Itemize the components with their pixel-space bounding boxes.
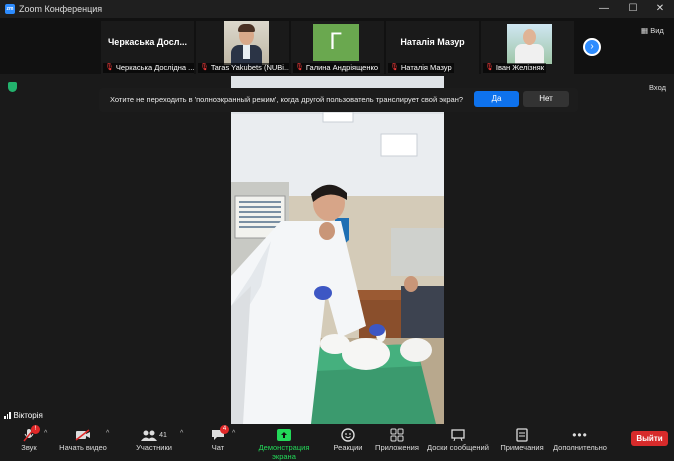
participant-photo [507, 24, 552, 64]
title-bar: zm Zoom Конференция — ☐ ✕ [0, 0, 674, 18]
chat-button[interactable]: 4 Чат [206, 425, 230, 452]
audio-label: Звук [21, 443, 37, 452]
participant-tile[interactable]: Г 🎙 Галина Андріященко [291, 21, 384, 74]
no-button[interactable]: Нет [523, 91, 569, 107]
muted-mic-icon: 🎙 [390, 64, 399, 71]
participant-tile[interactable]: 🎙 Іван Желізняк [481, 21, 574, 74]
participant-label: 🎙 Наталія Мазур [388, 63, 454, 73]
reactions-label: Реакции [333, 443, 363, 452]
audio-button[interactable]: ! Звук [14, 425, 44, 452]
participant-label: 🎙 Іван Желізняк [483, 63, 546, 73]
whiteboards-label: Доски сообщений [427, 443, 489, 452]
participant-name: Галина Андріященко [305, 63, 379, 72]
zoom-logo-icon: zm [5, 4, 15, 14]
apps-button[interactable]: Приложения [374, 427, 420, 452]
meeting-toolbar: ! Звук ^ Начать видео ^ 41 Участники ^ 4… [0, 424, 674, 461]
apps-label: Приложения [375, 443, 419, 452]
more-dots-icon: ••• [572, 428, 588, 442]
participant-tile[interactable]: 🎙 Taras Yakubets (NUBi... [196, 21, 289, 74]
notes-button[interactable]: Примечания [498, 427, 546, 452]
window-title: Zoom Конференция [19, 4, 103, 14]
participants-options-caret[interactable]: ^ [180, 430, 183, 437]
participant-name: Черкаська Дослідна ... [115, 63, 194, 72]
shared-screen-video [231, 76, 444, 424]
video-label: Начать видео [59, 443, 107, 452]
participant-tile[interactable]: Черкаська Досл... 🎙 Черкаська Дослідна .… [101, 21, 194, 74]
chat-badge: 4 [220, 425, 229, 434]
participant-name: Іван Желізняк [495, 63, 544, 72]
video-off-icon [75, 429, 90, 441]
close-button[interactable]: ✕ [646, 0, 674, 18]
more-label: Дополнительно [553, 443, 607, 452]
participant-label: 🎙 Черкаська Дослідна ... [103, 63, 194, 73]
yes-button[interactable]: Да [474, 91, 519, 107]
participant-label: 🎙 Галина Андріященко [293, 63, 381, 73]
start-video-button[interactable]: Начать видео [58, 427, 108, 452]
fullscreen-notification: Хотите не переходить в 'полноэкранный ре… [99, 88, 578, 112]
participant-big-name: Черкаська Досл... [107, 37, 187, 47]
participant-big-name: Наталія Мазур [400, 37, 465, 47]
participant-avatar: Г [313, 24, 359, 61]
active-speaker-name: Вікторія [13, 411, 43, 420]
video-options-caret[interactable]: ^ [106, 430, 109, 437]
maximize-button[interactable]: ☐ [619, 0, 647, 18]
reactions-button[interactable]: Реакции [333, 427, 363, 452]
participant-label: 🎙 Taras Yakubets (NUBi... [198, 63, 289, 73]
share-screen-icon [277, 429, 291, 441]
share-screen-button[interactable]: Демонстрация экрана [246, 427, 322, 461]
muted-mic-icon: 🎙 [485, 64, 494, 71]
participants-button[interactable]: 41 Участники [134, 427, 174, 452]
participant-tile[interactable]: Наталія Мазур 🎙 Наталія Мазур [386, 21, 479, 74]
view-button[interactable]: ▦ Вид [641, 26, 664, 35]
view-label: Вид [650, 26, 664, 35]
participants-icon [141, 430, 158, 441]
chat-options-caret[interactable]: ^ [232, 430, 235, 437]
participants-count: 41 [159, 431, 167, 439]
muted-mic-icon: 🎙 [105, 64, 114, 71]
chat-label: Чат [211, 443, 225, 452]
participant-name: Наталія Мазур [400, 63, 452, 72]
participants-label: Участники [136, 443, 172, 452]
muted-mic-icon: 🎙 [200, 64, 209, 71]
active-speaker: Вікторія [4, 411, 43, 420]
more-button[interactable]: ••• Дополнительно [552, 427, 608, 452]
muted-mic-icon: 🎙 [295, 64, 304, 71]
signal-bars-icon [4, 412, 11, 419]
audio-options-caret[interactable]: ^ [44, 430, 47, 437]
audio-badge: ! [31, 425, 40, 434]
grid-icon: ▦ [641, 26, 649, 35]
whiteboard-icon [451, 429, 465, 441]
enter-button[interactable]: Вход [649, 83, 666, 92]
reactions-icon [341, 428, 355, 442]
share-screen-label: Демонстрация экрана [258, 443, 310, 461]
apps-icon [390, 428, 404, 442]
next-page-button[interactable]: › [583, 38, 601, 56]
leave-meeting-button[interactable]: Выйти [631, 431, 668, 446]
whiteboards-button[interactable]: Доски сообщений [426, 427, 490, 452]
minimize-button[interactable]: — [590, 0, 618, 18]
notes-label: Примечания [500, 443, 544, 452]
participant-name: Taras Yakubets (NUBi... [210, 63, 289, 72]
notification-message: Хотите не переходить в 'полноэкранный ре… [110, 95, 464, 104]
lab-scene-image [231, 76, 444, 424]
security-shield-icon[interactable] [8, 82, 17, 92]
participant-photo [224, 21, 269, 67]
notes-icon [516, 428, 528, 442]
